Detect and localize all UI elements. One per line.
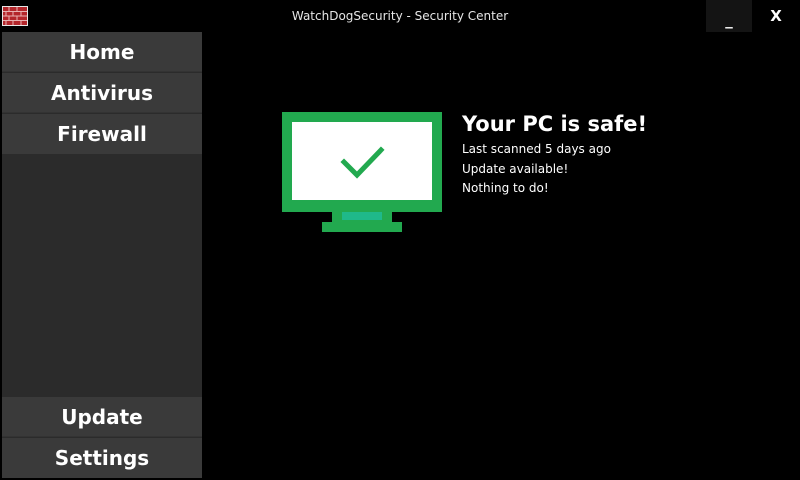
status-headline: Your PC is safe! [462, 112, 648, 136]
sidebar: Home Antivirus Firewall Update Settings [2, 32, 202, 478]
update-available-text: Update available! [462, 162, 569, 176]
app-window: WatchDogSecurity - Security Center _ X H… [0, 0, 800, 480]
sidebar-item-firewall[interactable]: Firewall [2, 114, 202, 154]
monitor-check-icon [282, 112, 442, 236]
minimize-button[interactable]: _ [706, 0, 752, 32]
main-content: Your PC is safe! Last scanned 5 days ago… [202, 32, 800, 480]
nothing-to-do-text: Nothing to do! [462, 181, 549, 195]
sidebar-item-update[interactable]: Update [2, 397, 202, 437]
sidebar-item-antivirus[interactable]: Antivirus [2, 73, 202, 113]
window-title: WatchDogSecurity - Security Center [291, 9, 509, 23]
last-scanned-text: Last scanned 5 days ago [462, 142, 611, 156]
sidebar-item-home[interactable]: Home [2, 32, 202, 72]
sidebar-item-settings[interactable]: Settings [2, 438, 202, 478]
close-button[interactable]: X [752, 0, 800, 32]
title-bar[interactable]: WatchDogSecurity - Security Center _ X [0, 0, 800, 32]
